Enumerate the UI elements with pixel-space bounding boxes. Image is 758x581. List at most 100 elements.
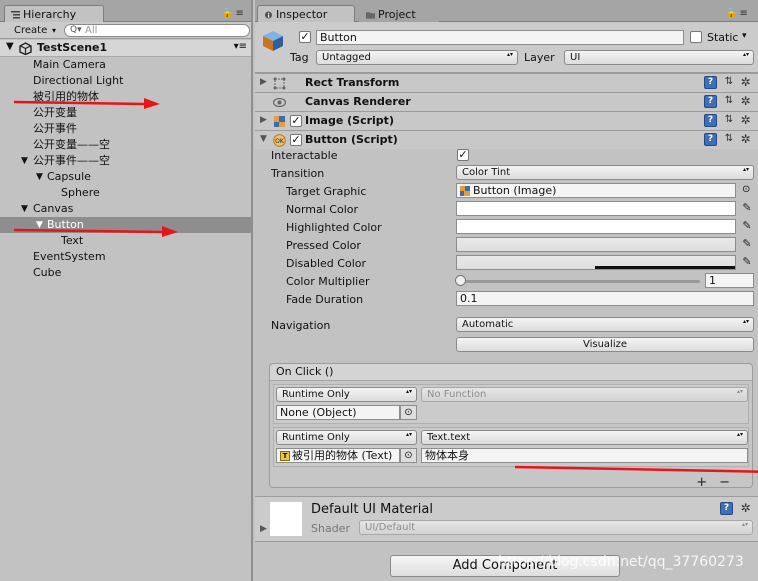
target-object-field[interactable]: None (Object) [276, 405, 400, 420]
target-graphic-label: Target Graphic [286, 185, 367, 198]
eyedropper-icon[interactable]: ✎ [740, 255, 754, 269]
expand-arrow-icon[interactable]: ▼ [36, 169, 43, 185]
panel-menu-icon[interactable]: 🔒≡ [221, 8, 246, 19]
component-rect-transform[interactable]: ▶ Rect Transform ? ⇅ ✲ [255, 73, 758, 92]
preset-icon[interactable]: ⇅ [723, 114, 735, 127]
tab-inspector[interactable]: Inspector [257, 5, 355, 22]
transition-dropdown[interactable]: Color Tint [456, 165, 754, 180]
gear-icon[interactable]: ✲ [739, 95, 752, 108]
pressed-color-swatch[interactable] [456, 237, 736, 252]
foldout-arrow-icon[interactable]: ▶ [260, 115, 267, 125]
folder-icon [366, 12, 375, 19]
object-picker-icon[interactable]: ⊙ [400, 448, 417, 463]
hierarchy-toolbar: Create Q▾All [0, 22, 251, 39]
hierarchy-item[interactable]: Sphere [0, 185, 251, 201]
panel-menu-icon[interactable]: 🔒≡ [725, 8, 750, 19]
hierarchy-item[interactable]: EventSystem [0, 249, 251, 265]
object-picker-icon[interactable]: ⊙ [400, 405, 417, 420]
scene-menu-icon[interactable]: ▾≡ [234, 41, 247, 52]
on-click-entry-1: Runtime Only No Function None (Object) ⊙ [273, 384, 749, 424]
foldout-arrow-icon[interactable]: ▶ [260, 524, 267, 534]
runtime-mode-dropdown[interactable]: Runtime Only [276, 430, 417, 445]
string-argument-input[interactable]: 物体本身 [421, 448, 748, 463]
runtime-mode-dropdown[interactable]: Runtime Only [276, 387, 417, 402]
button-enabled-checkbox[interactable]: ✓ [290, 134, 302, 146]
layer-label: Layer [524, 51, 555, 64]
slider-handle[interactable] [455, 275, 466, 286]
component-tools: ? ⇅ ✲ [704, 95, 754, 109]
gear-icon[interactable]: ✲ [739, 76, 752, 89]
tab-hierarchy-label: Hierarchy [23, 8, 77, 21]
expand-arrow-icon[interactable]: ▼ [21, 153, 28, 169]
active-checkbox[interactable]: ✓ [299, 31, 311, 43]
component-title: Rect Transform [305, 76, 400, 89]
function-dropdown[interactable]: Text.text [421, 430, 748, 445]
foldout-arrow-icon[interactable]: ▼ [260, 134, 267, 144]
gear-icon[interactable]: ✲ [739, 502, 752, 515]
help-icon[interactable]: ? [704, 133, 717, 146]
color-multiplier-slider[interactable] [460, 280, 700, 283]
highlighted-color-label: Highlighted Color [286, 221, 382, 234]
navigation-dropdown[interactable]: Automatic [456, 317, 754, 332]
fade-duration-input[interactable]: 0.1 [456, 291, 754, 306]
help-icon[interactable]: ? [704, 76, 717, 89]
unity-scene-icon [19, 42, 32, 55]
tab-project[interactable]: Project [359, 5, 439, 22]
create-button[interactable]: Create [6, 24, 58, 37]
material-name: Default UI Material [311, 502, 433, 517]
target-graphic-field[interactable]: Button (Image) [456, 183, 736, 198]
interactable-label: Interactable [271, 149, 338, 162]
gear-icon[interactable]: ✲ [739, 114, 752, 127]
info-icon [264, 11, 273, 19]
component-tools: ? ⇅ ✲ [704, 76, 754, 90]
eyedropper-icon[interactable]: ✎ [740, 237, 754, 251]
gear-icon[interactable]: ✲ [739, 133, 752, 146]
static-checkbox[interactable] [690, 31, 702, 43]
foldout-arrow-icon[interactable]: ▶ [260, 77, 267, 87]
help-icon[interactable]: ? [704, 95, 717, 108]
image-enabled-checkbox[interactable]: ✓ [290, 115, 302, 127]
annotation-arrow [13, 98, 160, 109]
function-dropdown[interactable]: No Function [421, 387, 748, 402]
highlighted-color-swatch[interactable] [456, 219, 736, 234]
rect-transform-icon [273, 77, 286, 90]
tag-dropdown[interactable]: Untagged [316, 50, 518, 65]
component-image-script[interactable]: ▶ ✓ Image (Script) ? ⇅ ✲ [255, 111, 758, 130]
object-picker-icon[interactable]: ⊙ [742, 184, 750, 195]
image-component-icon [274, 116, 285, 127]
visualize-button[interactable]: Visualize [456, 337, 754, 352]
component-canvas-renderer[interactable]: Canvas Renderer ? ⇅ ✲ [255, 92, 758, 111]
hierarchy-item[interactable]: Cube [0, 265, 251, 281]
layer-dropdown[interactable]: UI [564, 50, 754, 65]
hierarchy-item[interactable]: ▼ 公开事件——空 [0, 153, 251, 169]
target-object-field[interactable]: T 被引用的物体 (Text) [276, 448, 400, 463]
hierarchy-item[interactable]: Main Camera [0, 57, 251, 73]
expand-arrow-icon[interactable]: ▼ [6, 41, 14, 52]
eyedropper-icon[interactable]: ✎ [740, 201, 754, 215]
expand-arrow-icon[interactable]: ▼ [21, 201, 28, 217]
interactable-checkbox[interactable]: ✓ [457, 149, 469, 161]
preset-icon[interactable]: ⇅ [723, 76, 735, 89]
help-icon[interactable]: ? [704, 114, 717, 127]
hierarchy-item[interactable]: 公开事件 [0, 121, 251, 137]
hierarchy-item[interactable]: 公开变量——空 [0, 137, 251, 153]
disabled-color-swatch[interactable] [456, 255, 736, 270]
tab-hierarchy[interactable]: Hierarchy [4, 5, 104, 22]
preset-icon[interactable]: ⇅ [723, 133, 735, 146]
normal-color-swatch[interactable] [456, 201, 736, 216]
search-placeholder: All [85, 25, 98, 36]
preset-icon[interactable]: ⇅ [723, 95, 735, 108]
eyedropper-icon[interactable]: ✎ [740, 219, 754, 233]
scene-name: TestScene1 [37, 41, 108, 54]
hierarchy-item[interactable]: Directional Light [0, 73, 251, 89]
color-multiplier-input[interactable]: 1 [705, 273, 754, 288]
component-button-script[interactable]: ▼ OK ✓ Button (Script) ? ⇅ ✲ [255, 130, 758, 149]
hierarchy-search-input[interactable]: Q▾ All [64, 24, 250, 37]
hierarchy-item[interactable]: ▼ Capsule [0, 169, 251, 185]
hierarchy-item[interactable]: ▼ Canvas [0, 201, 251, 217]
help-icon[interactable]: ? [720, 502, 733, 515]
shader-dropdown[interactable]: UI/Default [359, 520, 753, 535]
object-name-input[interactable]: Button [316, 30, 684, 45]
scene-row[interactable]: ▼ TestScene1 ▾≡ [0, 40, 251, 57]
static-dropdown-icon[interactable]: ▾ [742, 31, 747, 41]
